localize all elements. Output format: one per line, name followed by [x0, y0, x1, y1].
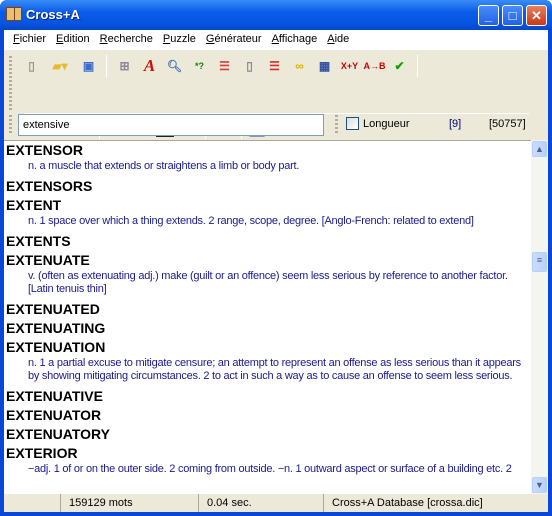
- menu-bar: Fichier Edition Recherche Puzzle Générat…: [4, 30, 548, 49]
- check-icon[interactable]: ✔: [388, 54, 411, 77]
- equation-icon[interactable]: X+Y: [338, 54, 361, 77]
- entry-word[interactable]: EXTENT: [4, 196, 531, 215]
- minimize-button[interactable]: _: [478, 5, 499, 26]
- save-icon[interactable]: ▣: [77, 54, 100, 77]
- split-icon[interactable]: ☰: [263, 54, 286, 77]
- entry-word[interactable]: EXTENUATION: [4, 338, 531, 357]
- definition-line: [Latin tenuis thin]: [28, 283, 107, 295]
- options-bar: Longueur [9] [50757]: [332, 112, 548, 138]
- entry-word[interactable]: EXTERIOR: [4, 444, 531, 463]
- link-icon[interactable]: ∞: [288, 54, 311, 77]
- dictionary-results[interactable]: EXTENSOR n. a muscle that extends or stra…: [4, 140, 531, 494]
- new-icon[interactable]: ▯: [20, 54, 43, 77]
- phone-icon[interactable]: ▯: [238, 54, 261, 77]
- scroll-up-button[interactable]: ▲: [532, 141, 547, 157]
- definition-line: −adj. 1 of or on the outer side. 2 comin…: [28, 463, 512, 475]
- length-label: Longueur: [363, 118, 410, 130]
- entry-definition: n. 1 a partial excuse to mitigate censur…: [4, 357, 531, 387]
- vertical-scrollbar[interactable]: ▲ ≡ ▼: [531, 140, 548, 494]
- anagram-icon[interactable]: A: [138, 54, 161, 77]
- entry-word[interactable]: EXTENUATE: [4, 251, 531, 270]
- wildcard-icon[interactable]: *?: [188, 54, 211, 77]
- menu-fichier[interactable]: Fichier: [8, 30, 51, 49]
- app-book-icon: [6, 7, 22, 21]
- scroll-down-button[interactable]: ▼: [532, 477, 547, 493]
- menu-recherche[interactable]: Recherche: [95, 30, 158, 49]
- definition-line: n. a muscle that extends or straightens …: [28, 160, 300, 172]
- definition-line: n. 1 space over which a thing extends. 2…: [28, 215, 474, 227]
- open-icon[interactable]: ▰▾: [45, 54, 75, 77]
- grid-icon[interactable]: ▦: [313, 54, 336, 77]
- entry-definition: −adj. 1 of or on the outer side. 2 comin…: [4, 463, 531, 480]
- close-button[interactable]: ✕: [526, 5, 547, 26]
- status-bar: 159129 mots 0.04 sec. Cross+A Database […: [4, 494, 548, 512]
- search-icon[interactable]: 🔍︎: [163, 54, 186, 77]
- entry-word[interactable]: EXTENSOR: [4, 141, 531, 160]
- length-value: [9]: [449, 118, 462, 130]
- entry-word[interactable]: EXTENUATIVE: [4, 387, 531, 406]
- length-checkbox[interactable]: [346, 117, 359, 130]
- toolbar-main: ▯ ▰▾ ▣ ⊞ A 🔍︎ *? ☰ ▯ ☰ ∞ ▦ X+Y A→B ✔: [20, 54, 422, 77]
- options-grip[interactable]: [335, 115, 338, 135]
- scroll-thumb[interactable]: ≡: [532, 252, 547, 272]
- menu-puzzle[interactable]: Puzzle: [158, 30, 201, 49]
- entry-definition: v. (often as extenuating adj.) make (gui…: [4, 270, 531, 300]
- window-title: Cross+A: [26, 7, 80, 22]
- entry-word[interactable]: EXTENUATING: [4, 319, 531, 338]
- menu-affichage[interactable]: Affichage: [267, 30, 323, 49]
- status-word-count: 159129 mots: [60, 494, 198, 512]
- entry-word[interactable]: EXTENUATORY: [4, 425, 531, 444]
- definition-line: n. 1 a partial excuse to mitigate censur…: [28, 357, 521, 369]
- entry-definition: n. a muscle that extends or straightens …: [4, 160, 531, 177]
- entry-definition: n. 1 space over which a thing extends. 2…: [4, 215, 531, 232]
- transform-icon[interactable]: A→B: [363, 54, 386, 77]
- search-input[interactable]: [18, 114, 324, 136]
- search-grip[interactable]: [9, 115, 12, 135]
- menu-generateur[interactable]: Générateur: [201, 30, 267, 49]
- definition-line: by showing mitigating circumstances. 2 t…: [28, 370, 513, 382]
- result-count: [50757]: [489, 118, 526, 130]
- title-bar: Cross+A _ □ ✕: [0, 0, 552, 30]
- toolbar-grip[interactable]: [9, 56, 12, 110]
- status-database: Cross+A Database [crossa.dic]: [323, 494, 533, 512]
- entry-word[interactable]: EXTENTS: [4, 232, 531, 251]
- menu-aide[interactable]: Aide: [322, 30, 354, 49]
- layout-icon[interactable]: ☰: [213, 54, 236, 77]
- structure-icon[interactable]: ⊞: [113, 54, 136, 77]
- maximize-button[interactable]: □: [502, 5, 523, 26]
- status-time: 0.04 sec.: [198, 494, 323, 512]
- definition-line: v. (often as extenuating adj.) make (gui…: [28, 270, 508, 282]
- entry-word[interactable]: EXTENUATED: [4, 300, 531, 319]
- app-window: Cross+A _ □ ✕ Fichier Edition Recherche …: [0, 0, 552, 516]
- menu-edition[interactable]: Edition: [51, 30, 95, 49]
- entry-word[interactable]: EXTENSORS: [4, 177, 531, 196]
- entry-word[interactable]: EXTENUATOR: [4, 406, 531, 425]
